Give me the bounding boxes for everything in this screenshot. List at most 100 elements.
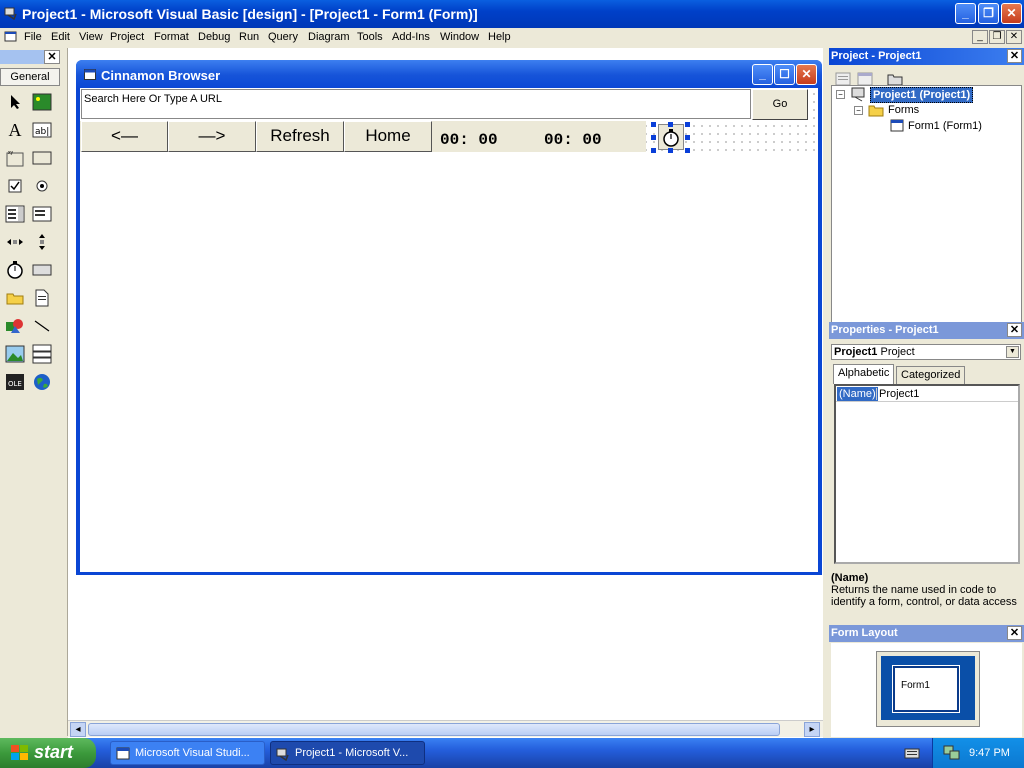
mdi-minimize-button[interactable]: _ bbox=[972, 30, 988, 44]
menu-window[interactable]: Window bbox=[440, 31, 479, 43]
drivelistbox-tool-icon[interactable] bbox=[31, 259, 53, 281]
line-tool-icon[interactable] bbox=[31, 315, 53, 337]
label-tool-icon[interactable]: A bbox=[4, 119, 26, 141]
selection-handle[interactable] bbox=[685, 135, 690, 140]
picturebox-tool-icon[interactable] bbox=[31, 91, 53, 113]
form-layout-close-button[interactable]: ✕ bbox=[1007, 626, 1022, 640]
tab-categorized[interactable]: Categorized bbox=[896, 366, 966, 384]
property-value[interactable]: Project1 bbox=[876, 388, 919, 400]
menu-project[interactable]: Project bbox=[110, 31, 144, 43]
scroll-left-button[interactable]: ◂ bbox=[70, 722, 86, 737]
optionbutton-tool-icon[interactable] bbox=[31, 175, 53, 197]
menu-file[interactable]: File bbox=[24, 31, 42, 43]
toolbox-tab-general[interactable]: General bbox=[0, 68, 60, 86]
toolbox-close-button[interactable]: ✕ bbox=[44, 50, 60, 64]
form-title-bar[interactable]: Cinnamon Browser _ ☐ ✕ bbox=[76, 60, 822, 90]
menu-format[interactable]: Format bbox=[154, 31, 189, 43]
hscrollbar-tool-icon[interactable] bbox=[4, 231, 26, 253]
timer-control[interactable] bbox=[658, 124, 684, 150]
scroll-right-button[interactable]: ▸ bbox=[804, 722, 820, 737]
menu-diagram[interactable]: Diagram bbox=[308, 31, 350, 43]
mdi-restore-button[interactable]: ❐ bbox=[989, 30, 1005, 44]
form-canvas[interactable]: Search Here Or Type A URL Go <— —> Refre… bbox=[80, 88, 818, 572]
image-tool-icon[interactable] bbox=[4, 343, 26, 365]
main-title-bar[interactable]: Project1 - Microsoft Visual Basic [desig… bbox=[0, 0, 1024, 28]
form-layout-form1[interactable]: Form1 bbox=[892, 665, 960, 713]
tree-collapse-icon[interactable]: − bbox=[836, 90, 845, 99]
ole-tool-icon[interactable]: OLE bbox=[4, 371, 26, 393]
tree-node-form1[interactable]: Form1 (Form1) bbox=[908, 120, 982, 132]
taskbar-item-visual-studio[interactable]: Microsoft Visual Studi... bbox=[110, 741, 265, 765]
selection-handle[interactable] bbox=[651, 122, 656, 127]
mdi-close-button[interactable]: ✕ bbox=[1006, 30, 1022, 44]
view-code-icon[interactable] bbox=[835, 72, 851, 86]
selection-handle[interactable] bbox=[668, 148, 673, 153]
close-button[interactable]: ✕ bbox=[1001, 3, 1022, 24]
project-explorer-title: Project - Project1 bbox=[831, 50, 922, 62]
filelistbox-tool-icon[interactable] bbox=[31, 287, 53, 309]
tree-node-project[interactable]: Project1 (Project1) bbox=[870, 87, 974, 103]
pointer-tool-icon[interactable] bbox=[4, 91, 26, 113]
commandbutton-tool-icon[interactable] bbox=[31, 147, 53, 169]
vscrollbar-tool-icon[interactable] bbox=[31, 231, 53, 253]
home-button[interactable]: Home bbox=[344, 121, 432, 152]
menu-edit[interactable]: Edit bbox=[51, 31, 70, 43]
shape-tool-icon[interactable] bbox=[4, 315, 26, 337]
property-row[interactable]: (Name) Project1 bbox=[836, 386, 1018, 402]
menu-addins[interactable]: Add-Ins bbox=[392, 31, 430, 43]
form-layout-header: Form Layout ✕ bbox=[829, 625, 1024, 642]
menu-query[interactable]: Query bbox=[268, 31, 298, 43]
textbox-tool-icon[interactable]: ab| bbox=[31, 119, 53, 141]
keyboard-icon[interactable] bbox=[904, 746, 920, 760]
listbox-tool-icon[interactable] bbox=[31, 203, 53, 225]
description-text: Returns the name used in code to identif… bbox=[831, 584, 1017, 608]
dirlistbox-tool-icon[interactable] bbox=[4, 287, 26, 309]
timer-tool-icon[interactable] bbox=[4, 259, 26, 281]
menu-help[interactable]: Help bbox=[488, 31, 511, 43]
menu-view[interactable]: View bbox=[79, 31, 103, 43]
form-close-button[interactable]: ✕ bbox=[796, 64, 817, 85]
selection-handle[interactable] bbox=[685, 148, 690, 153]
menu-tools[interactable]: Tools bbox=[357, 31, 383, 43]
url-textbox[interactable]: Search Here Or Type A URL bbox=[81, 89, 751, 119]
forward-button[interactable]: —> bbox=[168, 121, 256, 152]
svg-text:xy: xy bbox=[8, 150, 14, 156]
view-object-icon[interactable] bbox=[857, 72, 873, 86]
back-button[interactable]: <— bbox=[81, 121, 168, 152]
combobox-tool-icon[interactable] bbox=[4, 203, 26, 225]
refresh-button[interactable]: Refresh bbox=[256, 121, 344, 152]
form-doc-icon[interactable] bbox=[4, 31, 17, 43]
network-icon[interactable] bbox=[943, 745, 961, 761]
taskbar: start Microsoft Visual Studi... Project1… bbox=[0, 738, 1024, 768]
form-minimize-button[interactable]: _ bbox=[752, 64, 773, 85]
tree-collapse-icon[interactable]: − bbox=[854, 106, 863, 115]
taskbar-item-vb-project[interactable]: Project1 - Microsoft V... bbox=[270, 741, 425, 765]
toggle-folders-icon[interactable] bbox=[887, 72, 903, 86]
start-button[interactable]: start bbox=[0, 738, 96, 768]
clock[interactable]: 9:47 PM bbox=[969, 747, 1010, 759]
selection-handle[interactable] bbox=[685, 122, 690, 127]
checkbox-tool-icon[interactable] bbox=[4, 175, 26, 197]
go-button[interactable]: Go bbox=[752, 89, 808, 120]
scroll-thumb[interactable] bbox=[88, 723, 780, 736]
selection-handle[interactable] bbox=[651, 135, 656, 140]
object-combobox[interactable]: Project1 Project ▼ bbox=[831, 344, 1021, 360]
maximize-button[interactable]: ❐ bbox=[978, 3, 999, 24]
data-tool-icon[interactable] bbox=[31, 343, 53, 365]
minimize-button[interactable]: _ bbox=[955, 3, 976, 24]
project-explorer-close-button[interactable]: ✕ bbox=[1007, 49, 1022, 63]
selection-handle[interactable] bbox=[651, 148, 656, 153]
form-client-area[interactable] bbox=[80, 152, 818, 572]
properties-close-button[interactable]: ✕ bbox=[1007, 323, 1022, 337]
tab-alphabetic[interactable]: Alphabetic bbox=[833, 364, 895, 384]
chevron-down-icon[interactable]: ▼ bbox=[1006, 346, 1019, 358]
form-maximize-button[interactable]: ☐ bbox=[774, 64, 795, 85]
menu-debug[interactable]: Debug bbox=[198, 31, 230, 43]
menu-run[interactable]: Run bbox=[239, 31, 259, 43]
webbrowser-tool-icon[interactable] bbox=[31, 371, 53, 393]
horizontal-scrollbar[interactable]: ◂ ▸ bbox=[68, 720, 823, 737]
frame-tool-icon[interactable]: xy bbox=[4, 147, 26, 169]
selection-handle[interactable] bbox=[668, 122, 673, 127]
form-designer-window: Cinnamon Browser _ ☐ ✕ Search Here Or Ty… bbox=[76, 60, 822, 575]
tree-node-forms[interactable]: Forms bbox=[888, 104, 919, 116]
